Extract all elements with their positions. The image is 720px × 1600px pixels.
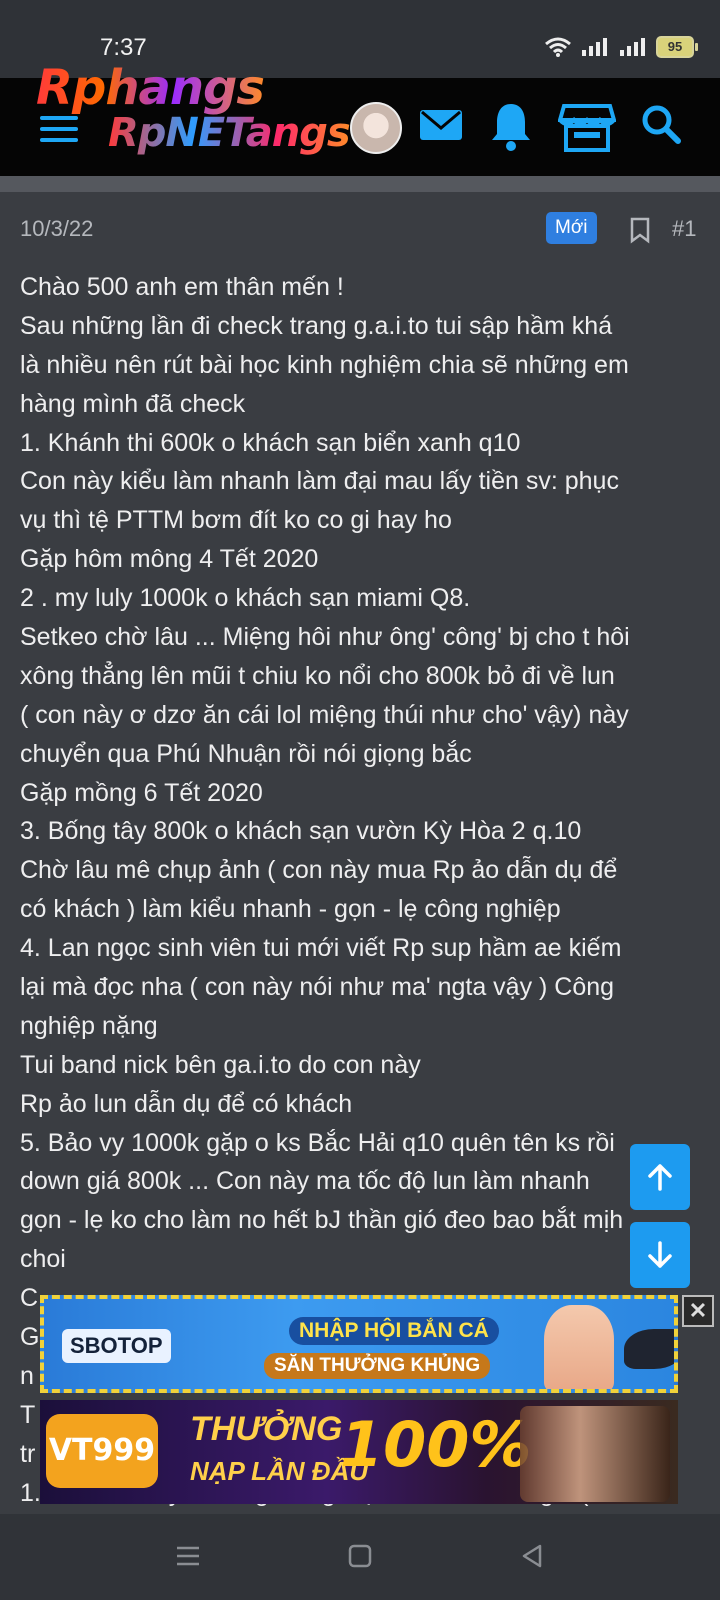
post-line: Setkeo chờ lâu ... Miệng hôi như ông' cô…: [20, 623, 630, 652]
logo-line1: Rphangs: [36, 60, 265, 116]
post-line: Gặp mồng 6 Tết 2020: [20, 778, 263, 807]
ad-headline: NHẬP HỘI BẮN CÁ: [289, 1317, 499, 1345]
ad-close-button[interactable]: ✕: [682, 1295, 714, 1327]
ad-banner-sbotop[interactable]: SBOTOP NHẬP HỘI BẮN CÁ SĂN THƯỞNG KHỦNG: [40, 1295, 678, 1393]
post-meta: 10/3/22 Mới #1: [20, 212, 700, 246]
post-line: Sau những lần đi check trang g.a.i.to tu…: [20, 311, 613, 340]
signal-icon-2: [620, 38, 645, 56]
post-line: 3. Bống tây 800k o khách sạn vườn Kỳ Hòa…: [20, 817, 582, 846]
battery-icon: 95: [656, 36, 698, 58]
bell-icon[interactable]: [486, 98, 536, 154]
status-time: 7:37: [100, 34, 147, 61]
site-logo[interactable]: Rphangs RpNETangs: [36, 60, 351, 170]
post-number[interactable]: #1: [672, 216, 696, 242]
bookmark-icon[interactable]: [628, 216, 652, 244]
system-nav-bar: [0, 1514, 720, 1600]
post-line: Gặp hôm mông 4 Tết 2020: [20, 545, 319, 574]
status-icons: 95: [544, 36, 698, 58]
post-line: lại mà đọc nha ( con này nói như ma' ngt…: [20, 973, 615, 1002]
post-line: 1. Khánh thi 600k o khách sạn biển xanh …: [20, 428, 521, 457]
logo-line2: RpNETangs: [108, 110, 351, 156]
post-line: Rp ảo lun dẫn dụ để có khách: [20, 1089, 353, 1118]
scroll-down-button[interactable]: [630, 1222, 690, 1288]
post-line: có khách ) làm kiểu nhanh - gọn - lẹ côn…: [20, 895, 561, 924]
store-icon[interactable]: [558, 98, 616, 154]
mail-icon[interactable]: [416, 98, 466, 154]
home-icon[interactable]: [346, 1542, 374, 1570]
post-line: 4. Lan ngọc sinh viên tui mới viết Rp su…: [20, 934, 622, 963]
post-line: Chờ lâu mê chụp ảnh ( con này mua Rp ảo …: [20, 856, 618, 885]
search-icon[interactable]: [640, 98, 684, 154]
back-icon[interactable]: [518, 1542, 546, 1570]
ad-image-fish: [624, 1329, 674, 1369]
post-line: nghiệp nặng: [20, 1011, 158, 1040]
divider: [0, 176, 720, 192]
ad-image: [520, 1406, 670, 1502]
post-line: 5. Bảo vy 1000k gặp o ks Bắc Hải q10 quê…: [20, 1128, 615, 1157]
post-line: down giá 800k ... Con này ma tốc độ lun …: [20, 1167, 590, 1196]
recents-menu-icon[interactable]: [174, 1542, 202, 1570]
new-badge: Mới: [546, 212, 597, 244]
post-line: Tui band nick bên ga.i.to do con này: [20, 1050, 421, 1079]
post-date[interactable]: 10/3/22: [20, 216, 93, 242]
post-line: chuyển qua Phú Nhuận rồi nói giọng bắc: [20, 739, 472, 768]
wifi-icon: [545, 37, 571, 57]
ad-banner-vt999[interactable]: VT999 THƯỞNG NẠP LẦN ĐẦU 100%: [40, 1400, 678, 1504]
scroll-up-button[interactable]: [630, 1144, 690, 1210]
post-line: 2 . my luly 1000k o khách sạn miami Q8.: [20, 584, 471, 613]
arrow-down-icon: [648, 1241, 672, 1268]
post-line: Con này kiểu làm nhanh làm đại mau lấy t…: [20, 467, 619, 496]
post-line: hàng mình đã check: [20, 389, 246, 418]
post-line: choi: [20, 1245, 66, 1274]
post-line: xông thẳng lên mũi t chiu ko nổi cho 800…: [20, 661, 615, 690]
post-line: vụ thì tệ PTTM bơm đít ko co gi hay ho: [20, 506, 452, 535]
avatar[interactable]: [350, 102, 402, 154]
ad-percent: 100%: [340, 1408, 532, 1481]
ad-image: [544, 1305, 614, 1389]
ad-subline: SĂN THƯỞNG KHỦNG: [264, 1353, 491, 1379]
post-line: ( con này ơ dzơ ăn cái lol miệng thúi nh…: [20, 700, 629, 729]
post-line: gọn - lẹ ko cho làm no hết bJ thần gió đ…: [20, 1206, 624, 1235]
arrow-up-icon: [648, 1164, 672, 1191]
post-line: là nhiều nên rút bài học kinh nghiệm chi…: [20, 350, 629, 379]
ad-headline: THƯỞNG: [190, 1410, 343, 1448]
signal-icon: [582, 38, 607, 56]
post-line: Chào 500 anh em thân mến !: [20, 273, 344, 301]
ad-brand: VT999: [46, 1414, 158, 1488]
ad-brand: SBOTOP: [62, 1329, 171, 1363]
